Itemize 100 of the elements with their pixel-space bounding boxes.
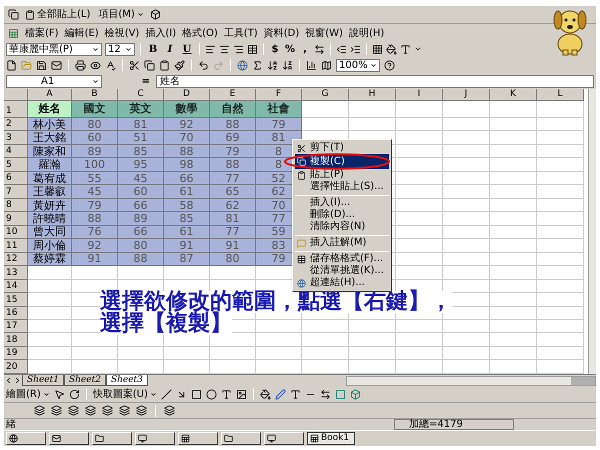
row-header[interactable]: 9 [4,212,28,226]
context-menu-item[interactable]: 從清單挑選(K)... [295,265,389,277]
number-format-button[interactable]: $ [269,42,281,56]
line-icon[interactable] [160,388,172,400]
menu-item[interactable]: 檔案(F) [25,28,59,38]
name-box[interactable]: A1 [6,75,102,88]
sheet-tab[interactable]: Sheet2 [64,375,106,386]
select-all-corner[interactable] [4,89,28,101]
row-header[interactable]: 14 [4,280,28,294]
save-icon[interactable] [36,60,47,70]
row-header[interactable]: 19 [4,346,28,360]
paste-all-button[interactable]: 全部貼上(L) [23,7,92,22]
caret-icon[interactable] [136,11,144,18]
rotate-icon[interactable] [68,388,80,400]
arrow-style-icon[interactable] [320,388,331,400]
clipboard-icon[interactable] [159,60,170,70]
caret-icon[interactable] [92,78,99,85]
caret-icon[interactable] [150,390,157,398]
caret-icon[interactable] [92,46,99,52]
row-header[interactable]: 1 [4,100,28,118]
shapes-icon[interactable] [34,405,45,416]
column-header[interactable]: L [537,89,584,101]
menu-item[interactable]: 編輯(E) [64,28,99,38]
copy-icon[interactable] [8,9,19,20]
row-header[interactable]: 10 [4,226,28,240]
autoshapes-button[interactable]: 快取圖案(U) [92,386,157,402]
new-file-icon[interactable] [6,60,17,70]
row-header[interactable]: 20 [4,360,28,374]
paintbrush-icon[interactable] [174,60,185,70]
row-header[interactable]: 12 [4,252,28,266]
shapes-icon[interactable] [102,405,113,416]
oval-icon[interactable] [206,388,217,400]
taskbar-button[interactable] [92,432,132,445]
row-header[interactable]: 18 [4,333,28,347]
taskbar-button[interactable] [178,432,218,445]
shapes-icon[interactable] [51,405,62,416]
number-format-button[interactable]: , [299,42,311,56]
taskbar-button[interactable]: Book1 [307,432,355,445]
column-header[interactable]: J [443,89,490,101]
menu-item[interactable]: 視窗(W) [305,28,343,38]
font-color-icon[interactable] [290,388,301,400]
last-sheet-icon[interactable] [13,376,22,385]
column-header[interactable]: H [349,89,396,101]
align-center-icon[interactable] [219,44,230,54]
row-header[interactable]: 2 [4,118,28,132]
pointer-icon[interactable] [54,388,65,400]
shapes-icon[interactable] [136,405,147,416]
merge-cells-icon[interactable] [247,44,258,54]
copy-icon[interactable] [296,157,306,166]
text-box-icon[interactable] [220,388,232,400]
rectangle-icon[interactable] [190,388,202,400]
printer-icon[interactable] [75,60,86,70]
globe-icon[interactable] [296,278,306,288]
row-header[interactable]: 13 [4,266,28,280]
column-header[interactable]: I [396,89,443,101]
sort-ascending-icon[interactable] [267,60,278,70]
shapes-icon[interactable] [85,405,96,416]
menu-item[interactable]: 格式(O) [182,28,218,38]
taskbar-button[interactable] [135,432,175,445]
indent-decrease-icon[interactable] [336,44,347,54]
horizontal-scrollbar[interactable] [346,376,596,386]
caret-icon[interactable] [125,46,132,52]
caret-icon[interactable] [42,390,50,398]
font-dropdown[interactable]: 華康麗中黑(P) [6,42,102,56]
align-right-icon[interactable] [233,44,244,54]
sheet-tab[interactable]: Sheet1 [22,375,64,386]
taskbar-button[interactable] [264,432,304,445]
dropdown-button[interactable]: 項目(M) [96,7,146,22]
table-icon[interactable] [296,254,306,264]
copy-icon[interactable] [144,60,155,70]
row-header[interactable]: 3 [4,131,28,145]
zoom-dropdown[interactable]: 100% [336,58,380,72]
formula-input[interactable]: 姓名 [156,75,594,88]
image-icon[interactable] [236,388,247,400]
context-menu-item[interactable]: 儲存格格式(F)... [295,253,389,265]
row-header[interactable]: 8 [4,198,28,212]
column-header[interactable]: C [118,89,164,101]
3d-icon[interactable] [350,388,361,400]
dropdown-icon[interactable] [414,45,422,53]
sheet-icon[interactable] [8,28,19,39]
map-icon[interactable] [321,60,332,70]
clipboard-icon[interactable] [296,170,306,180]
column-header[interactable]: K [490,89,537,101]
context-menu-item[interactable]: 插入註解(M) [295,237,389,249]
preview-icon[interactable] [90,60,101,70]
font-size-dropdown[interactable]: 12 [105,42,135,56]
paint-bucket-icon[interactable] [260,388,271,400]
taskbar-button[interactable] [6,432,46,445]
style-button[interactable]: I [163,42,177,56]
sheet-tab[interactable]: Sheet3 [106,375,148,386]
column-header[interactable]: B [72,89,118,101]
row-header[interactable]: 6 [4,172,28,186]
row-header[interactable]: 4 [4,144,28,158]
style-button[interactable]: U [180,42,194,56]
align-left-icon[interactable] [205,44,216,54]
menu-item[interactable]: 檢視(V) [104,28,140,38]
mail-icon[interactable] [51,60,62,70]
column-header[interactable]: D [164,89,210,101]
first-sheet-icon[interactable] [4,376,13,385]
number-format-button[interactable]: % [284,42,296,56]
